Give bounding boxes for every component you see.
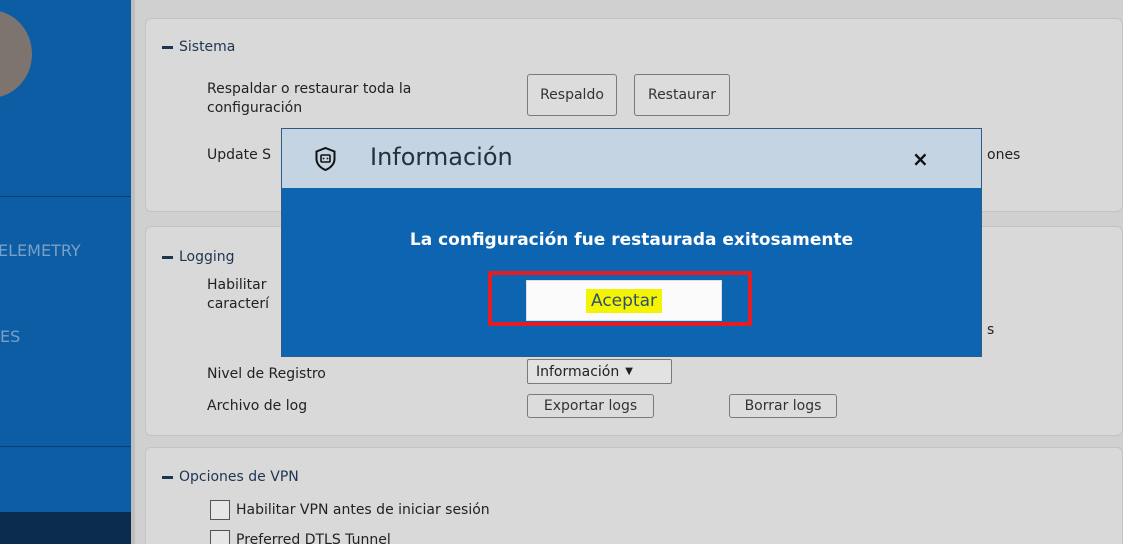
panel-title-text: Logging xyxy=(179,249,235,265)
sidebar-footer xyxy=(0,512,131,544)
export-logs-button[interactable]: Exportar logs xyxy=(527,394,654,418)
sidebar-divider xyxy=(0,446,131,447)
restore-button[interactable]: Restaurar xyxy=(634,74,730,116)
vpn-before-login-label: Habilitar VPN antes de iniciar sesión xyxy=(236,502,490,518)
collapse-icon xyxy=(162,475,173,479)
dtls-tunnel-label: Preferred DTLS Tunnel xyxy=(236,532,391,544)
sidebar: ELEMETRY ES xyxy=(0,0,131,544)
dialog-message: La configuración fue restaurada exitosam… xyxy=(409,230,854,250)
logging-enable-label-line2: caracterí xyxy=(207,296,270,312)
backup-label: Respaldar o restaurar toda la configurac… xyxy=(207,81,412,116)
dtls-tunnel-checkbox[interactable] xyxy=(210,530,230,544)
log-level-select[interactable]: Información ▼ xyxy=(527,359,672,384)
panel-title-text: Sistema xyxy=(179,39,236,55)
panel-title-sistema[interactable]: Sistema xyxy=(162,39,235,55)
clear-logs-button[interactable]: Borrar logs xyxy=(729,394,837,418)
logging-enable-label: Habilitar xyxy=(207,277,267,293)
accept-button-label: Aceptar xyxy=(586,288,662,313)
sidebar-divider xyxy=(0,196,131,197)
logging-right-text: s xyxy=(987,322,995,338)
vpn-before-login-checkbox[interactable] xyxy=(210,500,230,520)
avatar xyxy=(0,10,32,98)
close-icon[interactable]: × xyxy=(912,147,929,171)
dialog-header: Información × xyxy=(282,129,981,188)
dialog-title: Información xyxy=(370,143,513,171)
chevron-down-icon: ▼ xyxy=(625,366,633,377)
panel-title-vpn[interactable]: Opciones de VPN xyxy=(162,469,299,485)
update-label: Update S xyxy=(207,147,272,163)
collapse-icon xyxy=(162,45,173,49)
collapse-icon xyxy=(162,255,173,259)
update-right-text: ones xyxy=(987,147,1021,163)
info-dialog: Información × La configuración fue resta… xyxy=(281,128,982,357)
panel-title-logging[interactable]: Logging xyxy=(162,249,235,265)
sidebar-item-telemetry[interactable]: ELEMETRY xyxy=(0,241,81,260)
sidebar-item-partial[interactable]: ES xyxy=(0,327,20,346)
panel-title-text: Opciones de VPN xyxy=(179,469,299,485)
panel-vpn: Opciones de VPN Habilitar VPN antes de i… xyxy=(145,447,1123,544)
log-level-value: Información xyxy=(536,363,620,380)
log-level-label: Nivel de Registro xyxy=(207,366,326,382)
accept-button[interactable]: Aceptar xyxy=(526,280,722,321)
shield-icon xyxy=(315,147,336,171)
backup-button[interactable]: Respaldo xyxy=(527,74,617,116)
log-file-label: Archivo de log xyxy=(207,398,308,414)
